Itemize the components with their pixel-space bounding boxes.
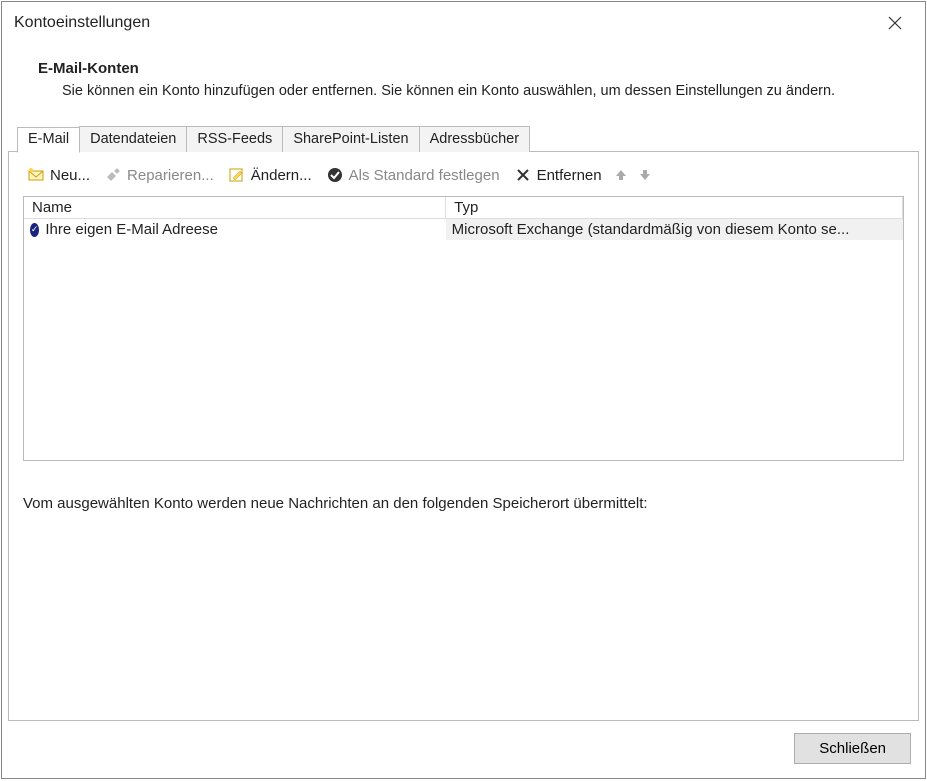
- tab-addressbooks[interactable]: Adressbücher: [419, 126, 530, 152]
- tab-datafiles[interactable]: Datendateien: [79, 126, 187, 152]
- remove-icon: [514, 166, 532, 184]
- toolbar: Neu... Reparieren... Ändern... Als Stand…: [9, 164, 918, 196]
- new-label: Neu...: [50, 167, 90, 184]
- remove-label: Entfernen: [537, 167, 602, 184]
- tab-rss[interactable]: RSS-Feeds: [186, 126, 283, 152]
- title-bar: Kontoeinstellungen: [2, 2, 925, 42]
- close-dialog-button[interactable]: Schließen: [794, 733, 911, 764]
- new-button[interactable]: Neu...: [23, 164, 94, 186]
- header-block: E-Mail-Konten Sie können ein Konto hinzu…: [2, 42, 925, 101]
- tab-email[interactable]: E-Mail: [17, 127, 80, 153]
- header-description: Sie können ein Konto hinzufügen oder ent…: [38, 81, 905, 101]
- button-bar: Schließen: [2, 723, 925, 778]
- account-type: Microsoft Exchange (standardmäßig von di…: [446, 219, 903, 241]
- set-default-label: Als Standard festlegen: [349, 167, 500, 184]
- move-up-button[interactable]: [612, 166, 630, 184]
- change-icon: [228, 166, 246, 184]
- arrow-down-icon: [638, 168, 652, 182]
- column-type[interactable]: Typ: [446, 197, 903, 219]
- change-label: Ändern...: [251, 167, 312, 184]
- header-title: E-Mail-Konten: [38, 60, 905, 77]
- repair-button[interactable]: Reparieren...: [100, 164, 218, 186]
- default-account-icon: [30, 223, 39, 237]
- account-name: Ihre eigen E-Mail Adreese: [45, 221, 218, 238]
- tab-panel: E-Mail Datendateien RSS-Feeds SharePoint…: [8, 151, 919, 721]
- dialog-title: Kontoeinstellungen: [14, 14, 150, 32]
- tab-sharepoint[interactable]: SharePoint-Listen: [282, 126, 419, 152]
- delivery-location-text: Vom ausgewählten Konto werden neue Nachr…: [9, 461, 918, 512]
- table-row[interactable]: Ihre eigen E-Mail Adreese Microsoft Exch…: [24, 219, 903, 241]
- accounts-table: Name Typ Ihre eigen E-Mail Adreese Micro…: [24, 197, 903, 240]
- remove-button[interactable]: Entfernen: [510, 164, 606, 186]
- check-circle-icon: [326, 166, 344, 184]
- account-settings-dialog: Kontoeinstellungen E-Mail-Konten Sie kön…: [1, 1, 926, 779]
- tab-strip: E-Mail Datendateien RSS-Feeds SharePoint…: [17, 126, 529, 152]
- move-down-button[interactable]: [636, 166, 654, 184]
- repair-label: Reparieren...: [127, 167, 214, 184]
- new-icon: [27, 166, 45, 184]
- change-button[interactable]: Ändern...: [224, 164, 316, 186]
- accounts-table-container: Name Typ Ihre eigen E-Mail Adreese Micro…: [23, 196, 904, 461]
- set-default-button[interactable]: Als Standard festlegen: [322, 164, 504, 186]
- column-name[interactable]: Name: [24, 197, 446, 219]
- repair-icon: [104, 166, 122, 184]
- arrow-up-icon: [614, 168, 628, 182]
- close-button[interactable]: [875, 8, 915, 38]
- close-icon: [888, 16, 902, 30]
